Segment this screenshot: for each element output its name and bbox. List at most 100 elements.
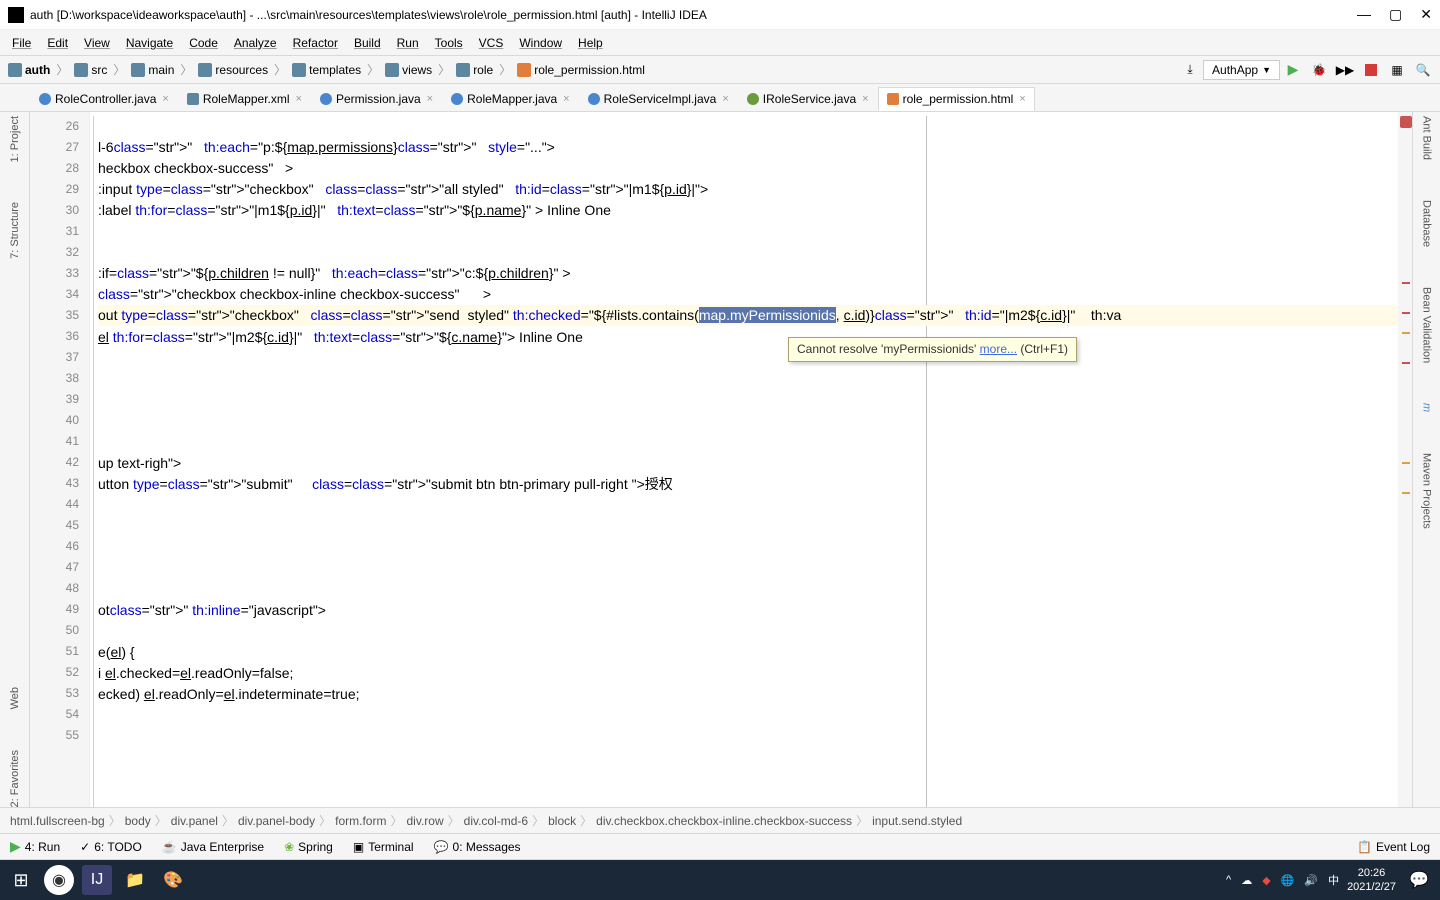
- tool-project[interactable]: 1: Project: [9, 116, 21, 162]
- stop-button[interactable]: [1361, 60, 1381, 80]
- breadcrumb-item[interactable]: src: [70, 61, 111, 79]
- tool-database[interactable]: Database: [1421, 200, 1433, 247]
- taskbar-clock[interactable]: 20:26 2021/2/27: [1347, 866, 1396, 894]
- right-tool-window-bar: Ant Build Database Bean Validation m Mav…: [1412, 112, 1440, 807]
- nav-seg[interactable]: input.send.styled: [872, 814, 962, 828]
- tool-run[interactable]: ▶4: Run: [10, 838, 60, 855]
- tray-ime-icon[interactable]: 中: [1328, 872, 1339, 888]
- close-icon[interactable]: ×: [427, 93, 433, 105]
- menu-build[interactable]: Build: [348, 34, 387, 52]
- tool-spring[interactable]: ❀Spring: [284, 840, 333, 854]
- tab-rolemapper-java[interactable]: RoleMapper.java×: [442, 87, 579, 111]
- run-config-dropdown[interactable]: AuthApp ▼: [1203, 60, 1280, 80]
- tool-beanvalidation[interactable]: Bean Validation: [1421, 287, 1433, 363]
- close-icon[interactable]: ×: [162, 93, 168, 105]
- menu-vcs[interactable]: VCS: [473, 34, 510, 52]
- breadcrumb-item[interactable]: views: [381, 61, 436, 79]
- menu-window[interactable]: Window: [513, 34, 568, 52]
- tool-messages[interactable]: 💬0: Messages: [434, 840, 521, 854]
- close-icon[interactable]: ×: [563, 93, 569, 105]
- tab-iroleservice[interactable]: IRoleService.java×: [738, 87, 878, 111]
- tooltip-more-link[interactable]: more...: [980, 342, 1017, 356]
- taskbar-notification[interactable]: 💬: [1404, 865, 1434, 895]
- menu-bar: File Edit View Navigate Code Analyze Ref…: [0, 30, 1440, 56]
- breadcrumb: auth〉 src〉 main〉 resources〉 templates〉 v…: [4, 61, 649, 79]
- close-icon[interactable]: ×: [722, 93, 728, 105]
- nav-seg[interactable]: div.checkbox.checkbox-inline.checkbox-su…: [596, 814, 852, 828]
- error-stripe[interactable]: [1398, 112, 1412, 807]
- tool-terminal[interactable]: ▣Terminal: [353, 840, 414, 854]
- run-button[interactable]: ▶: [1283, 60, 1303, 80]
- tray-icon[interactable]: ☁: [1241, 874, 1252, 887]
- tab-rolemapper-xml[interactable]: RoleMapper.xml×: [178, 87, 311, 111]
- tool-eventlog[interactable]: 📋Event Log: [1357, 840, 1430, 854]
- menu-help[interactable]: Help: [572, 34, 609, 52]
- windows-start-button[interactable]: ⊞: [6, 865, 36, 895]
- system-tray[interactable]: ^ ☁ ◆ 🌐 🔊 中: [1226, 872, 1339, 888]
- maximize-button[interactable]: ▢: [1389, 6, 1402, 23]
- menu-code[interactable]: Code: [183, 34, 224, 52]
- nav-seg[interactable]: html.fullscreen-bg: [10, 814, 105, 828]
- tray-icon[interactable]: ◆: [1262, 874, 1270, 887]
- taskbar-app[interactable]: 🎨: [158, 865, 188, 895]
- menu-view[interactable]: View: [78, 34, 116, 52]
- tool-antbuild[interactable]: Ant Build: [1421, 116, 1433, 160]
- close-icon[interactable]: ×: [296, 93, 302, 105]
- nav-seg[interactable]: div.panel: [171, 814, 218, 828]
- tray-network-icon[interactable]: 🌐: [1281, 874, 1295, 887]
- editor-tabs: RoleController.java× RoleMapper.xml× Per…: [0, 84, 1440, 112]
- taskbar-chrome[interactable]: ◉: [44, 865, 74, 895]
- build-icon[interactable]: ⤓: [1180, 60, 1200, 80]
- app-icon: [8, 7, 24, 23]
- tool-structure[interactable]: 7: Structure: [9, 202, 21, 259]
- close-icon[interactable]: ×: [1019, 93, 1025, 105]
- menu-navigate[interactable]: Navigate: [120, 34, 179, 52]
- tool-maven[interactable]: Maven Projects: [1421, 453, 1433, 529]
- tool-web[interactable]: Web: [9, 687, 21, 709]
- breadcrumb-item[interactable]: role: [452, 61, 497, 79]
- nav-seg[interactable]: form.form: [335, 814, 386, 828]
- tab-roleserviceimpl[interactable]: RoleServiceImpl.java×: [579, 87, 738, 111]
- breadcrumb-item[interactable]: main: [127, 61, 178, 79]
- taskbar-intellij[interactable]: IJ: [82, 865, 112, 895]
- nav-seg[interactable]: div.panel-body: [238, 814, 315, 828]
- menu-edit[interactable]: Edit: [41, 34, 74, 52]
- minimize-button[interactable]: —: [1357, 6, 1371, 23]
- menu-refactor[interactable]: Refactor: [287, 34, 344, 52]
- nav-seg[interactable]: div.row: [407, 814, 444, 828]
- menu-tools[interactable]: Tools: [429, 34, 469, 52]
- tool-favorites[interactable]: 2: Favorites: [9, 750, 21, 807]
- tab-role-permission-html[interactable]: role_permission.html×: [878, 87, 1035, 111]
- tab-rolecontroller[interactable]: RoleController.java×: [30, 87, 178, 111]
- breadcrumb-item[interactable]: templates: [288, 61, 365, 79]
- code-area[interactable]: l-6class="str">" th:each="p:${map.permis…: [90, 112, 1398, 807]
- breadcrumb-item[interactable]: auth: [4, 61, 54, 79]
- menu-analyze[interactable]: Analyze: [228, 34, 283, 52]
- line-gutter: 2627282930313233343536373839404142434445…: [30, 112, 90, 807]
- breadcrumb-item[interactable]: role_permission.html: [513, 61, 649, 79]
- close-icon[interactable]: ×: [862, 93, 868, 105]
- menu-file[interactable]: File: [6, 34, 37, 52]
- tool-todo[interactable]: ✓6: TODO: [80, 840, 142, 854]
- tab-permission[interactable]: Permission.java×: [311, 87, 442, 111]
- tool-maven-icon[interactable]: m: [1421, 403, 1433, 412]
- left-tool-window-bar: 1: Project 7: Structure Web 2: Favorites: [0, 112, 30, 807]
- tool-javaee[interactable]: ☕Java Enterprise: [162, 840, 264, 854]
- search-icon[interactable]: 🔍: [1413, 60, 1433, 80]
- tray-chevron-icon[interactable]: ^: [1226, 874, 1231, 886]
- nav-seg[interactable]: block: [548, 814, 576, 828]
- breadcrumb-item[interactable]: resources: [194, 61, 272, 79]
- menu-run[interactable]: Run: [391, 34, 425, 52]
- window-title: auth [D:\workspace\ideaworkspace\auth] -…: [30, 8, 1357, 22]
- taskbar-explorer[interactable]: 📁: [120, 865, 150, 895]
- coverage-button[interactable]: ▶▶: [1335, 60, 1355, 80]
- code-editor[interactable]: 2627282930313233343536373839404142434445…: [30, 112, 1412, 807]
- inspection-tooltip: Cannot resolve 'myPermissionids' more...…: [788, 337, 1077, 362]
- close-button[interactable]: ✕: [1420, 6, 1432, 23]
- nav-seg[interactable]: body: [125, 814, 151, 828]
- tray-volume-icon[interactable]: 🔊: [1304, 874, 1318, 887]
- project-structure-icon[interactable]: ▦: [1387, 60, 1407, 80]
- debug-button[interactable]: 🐞: [1309, 60, 1329, 80]
- windows-taskbar: ⊞ ◉ IJ 📁 🎨 ^ ☁ ◆ 🌐 🔊 中 20:26 2021/2/27 💬: [0, 860, 1440, 900]
- nav-seg[interactable]: div.col-md-6: [464, 814, 528, 828]
